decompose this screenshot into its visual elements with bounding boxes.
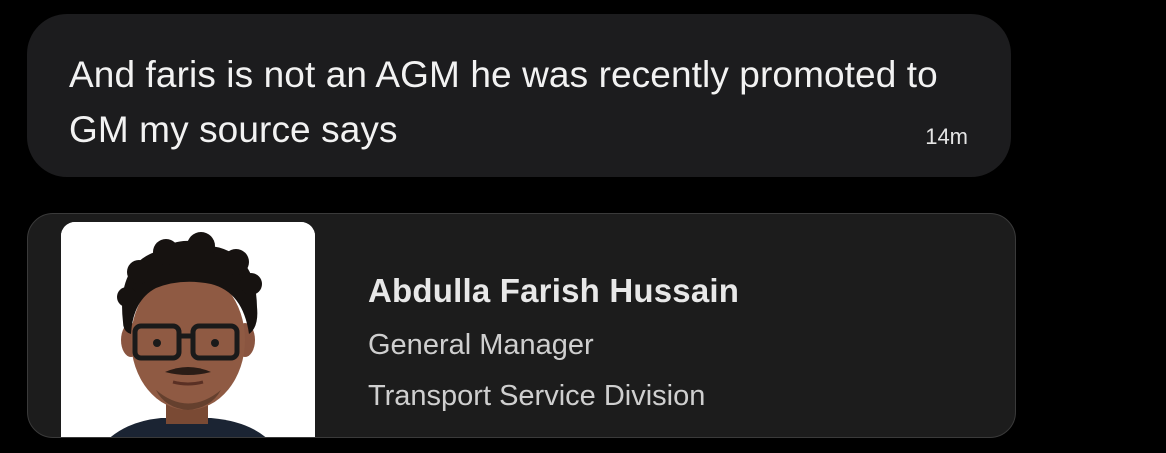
profile-name: Abdulla Farish Hussain (368, 272, 740, 309)
profile-division: Transport Service Division (368, 380, 706, 412)
message-bubble[interactable]: And faris is not an AGM he was recently … (27, 14, 1011, 177)
chat-screen: And faris is not an AGM he was recently … (0, 0, 1166, 453)
person-photo-icon (61, 222, 315, 437)
message-timestamp: 14m (925, 124, 968, 149)
profile-card[interactable]: Abdulla Farish Hussain General Manager T… (27, 213, 1016, 438)
profile-photo (61, 222, 315, 437)
profile-title: General Manager (368, 329, 594, 361)
message-text: And faris is not an AGM he was recently … (69, 54, 938, 150)
